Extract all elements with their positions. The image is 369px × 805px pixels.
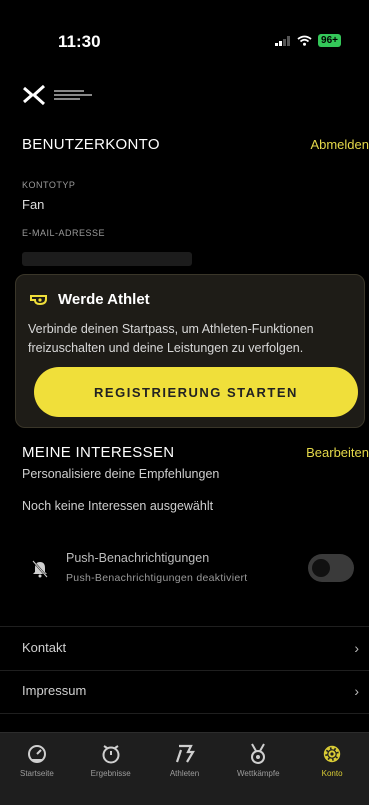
push-notifications-row: Push-Benachrichtigungen Push-Benachricht… (22, 548, 362, 594)
bottom-tab-bar: Startseite Ergebnisse Athleten Wettkämpf… (0, 732, 369, 805)
chevron-right-icon: › (354, 640, 359, 656)
tab-label: Ergebnisse (90, 769, 131, 778)
list-item-label: Impressum (22, 683, 87, 698)
account-type-value: Fan (22, 197, 45, 212)
tab-startseite[interactable]: Startseite (0, 733, 74, 805)
status-time: 11:30 (58, 32, 101, 51)
logo-wordmark (54, 88, 114, 102)
tab-konto[interactable]: Konto (295, 733, 369, 805)
list-item-label: Kontakt (22, 640, 67, 655)
speedometer-icon (27, 743, 47, 765)
athlete-icon (173, 743, 196, 765)
tab-wettkaempfe[interactable]: Wettkämpfe (221, 733, 295, 805)
push-subtitle: Push-Benachrichtigungen deaktiviert (66, 572, 248, 584)
logo-mark-icon (23, 84, 46, 106)
edit-interests-link[interactable]: Bearbeiten (306, 445, 369, 460)
battery-indicator: 96+ (318, 34, 341, 47)
divider (0, 713, 369, 714)
medal-icon (249, 743, 267, 765)
start-registration-button[interactable]: REGISTRIERUNG STARTEN (34, 367, 358, 417)
tab-athleten[interactable]: Athleten (148, 733, 222, 805)
card-description: Verbinde deinen Startpass, um Athleten-F… (28, 322, 314, 355)
card-header: Werde Athlet (30, 291, 150, 308)
account-title: BENUTZERKONTO (22, 136, 160, 153)
tab-label: Wettkämpfe (237, 769, 280, 778)
list-item-impressum[interactable]: Impressum › (0, 671, 369, 713)
become-athlete-card: Werde Athlet Verbinde deinen Startpass, … (15, 274, 365, 428)
tab-label: Athleten (169, 769, 200, 778)
email-label: E-MAIL-ADRESSE (22, 228, 106, 238)
wifi-icon (297, 35, 312, 46)
gear-icon (321, 743, 343, 765)
account-type-label: KONTOTYP (22, 180, 76, 190)
toggle-knob (312, 559, 330, 577)
tab-label: Startseite (20, 769, 54, 778)
status-bar: 11:30 96+ (0, 0, 369, 70)
bell-off-icon (32, 560, 48, 578)
email-value-redacted (22, 252, 192, 266)
account-header: BENUTZERKONTO Abmelden (22, 136, 369, 153)
dlv-logo (22, 84, 114, 106)
push-title: Push-Benachrichtigungen (66, 551, 210, 565)
status-icons: 96+ (275, 34, 341, 47)
interests-empty-text: Noch keine Interessen ausgewählt (22, 499, 214, 513)
push-toggle[interactable] (308, 554, 354, 582)
stopwatch-icon (101, 743, 121, 765)
signal-icon (275, 35, 291, 46)
list-item-kontakt[interactable]: Kontakt › (0, 628, 369, 670)
divider (0, 626, 369, 627)
tab-ergebnisse[interactable]: Ergebnisse (74, 733, 148, 805)
card-title: Werde Athlet (58, 291, 150, 308)
interests-header: MEINE INTERESSEN Bearbeiten (22, 444, 369, 461)
logout-link[interactable]: Abmelden (310, 137, 369, 152)
interests-subtitle: Personalisiere deine Empfehlungen (22, 467, 220, 481)
whistle-icon (30, 294, 47, 305)
tab-label: Konto (321, 769, 343, 778)
interests-title: MEINE INTERESSEN (22, 444, 175, 461)
chevron-right-icon: › (354, 683, 359, 699)
